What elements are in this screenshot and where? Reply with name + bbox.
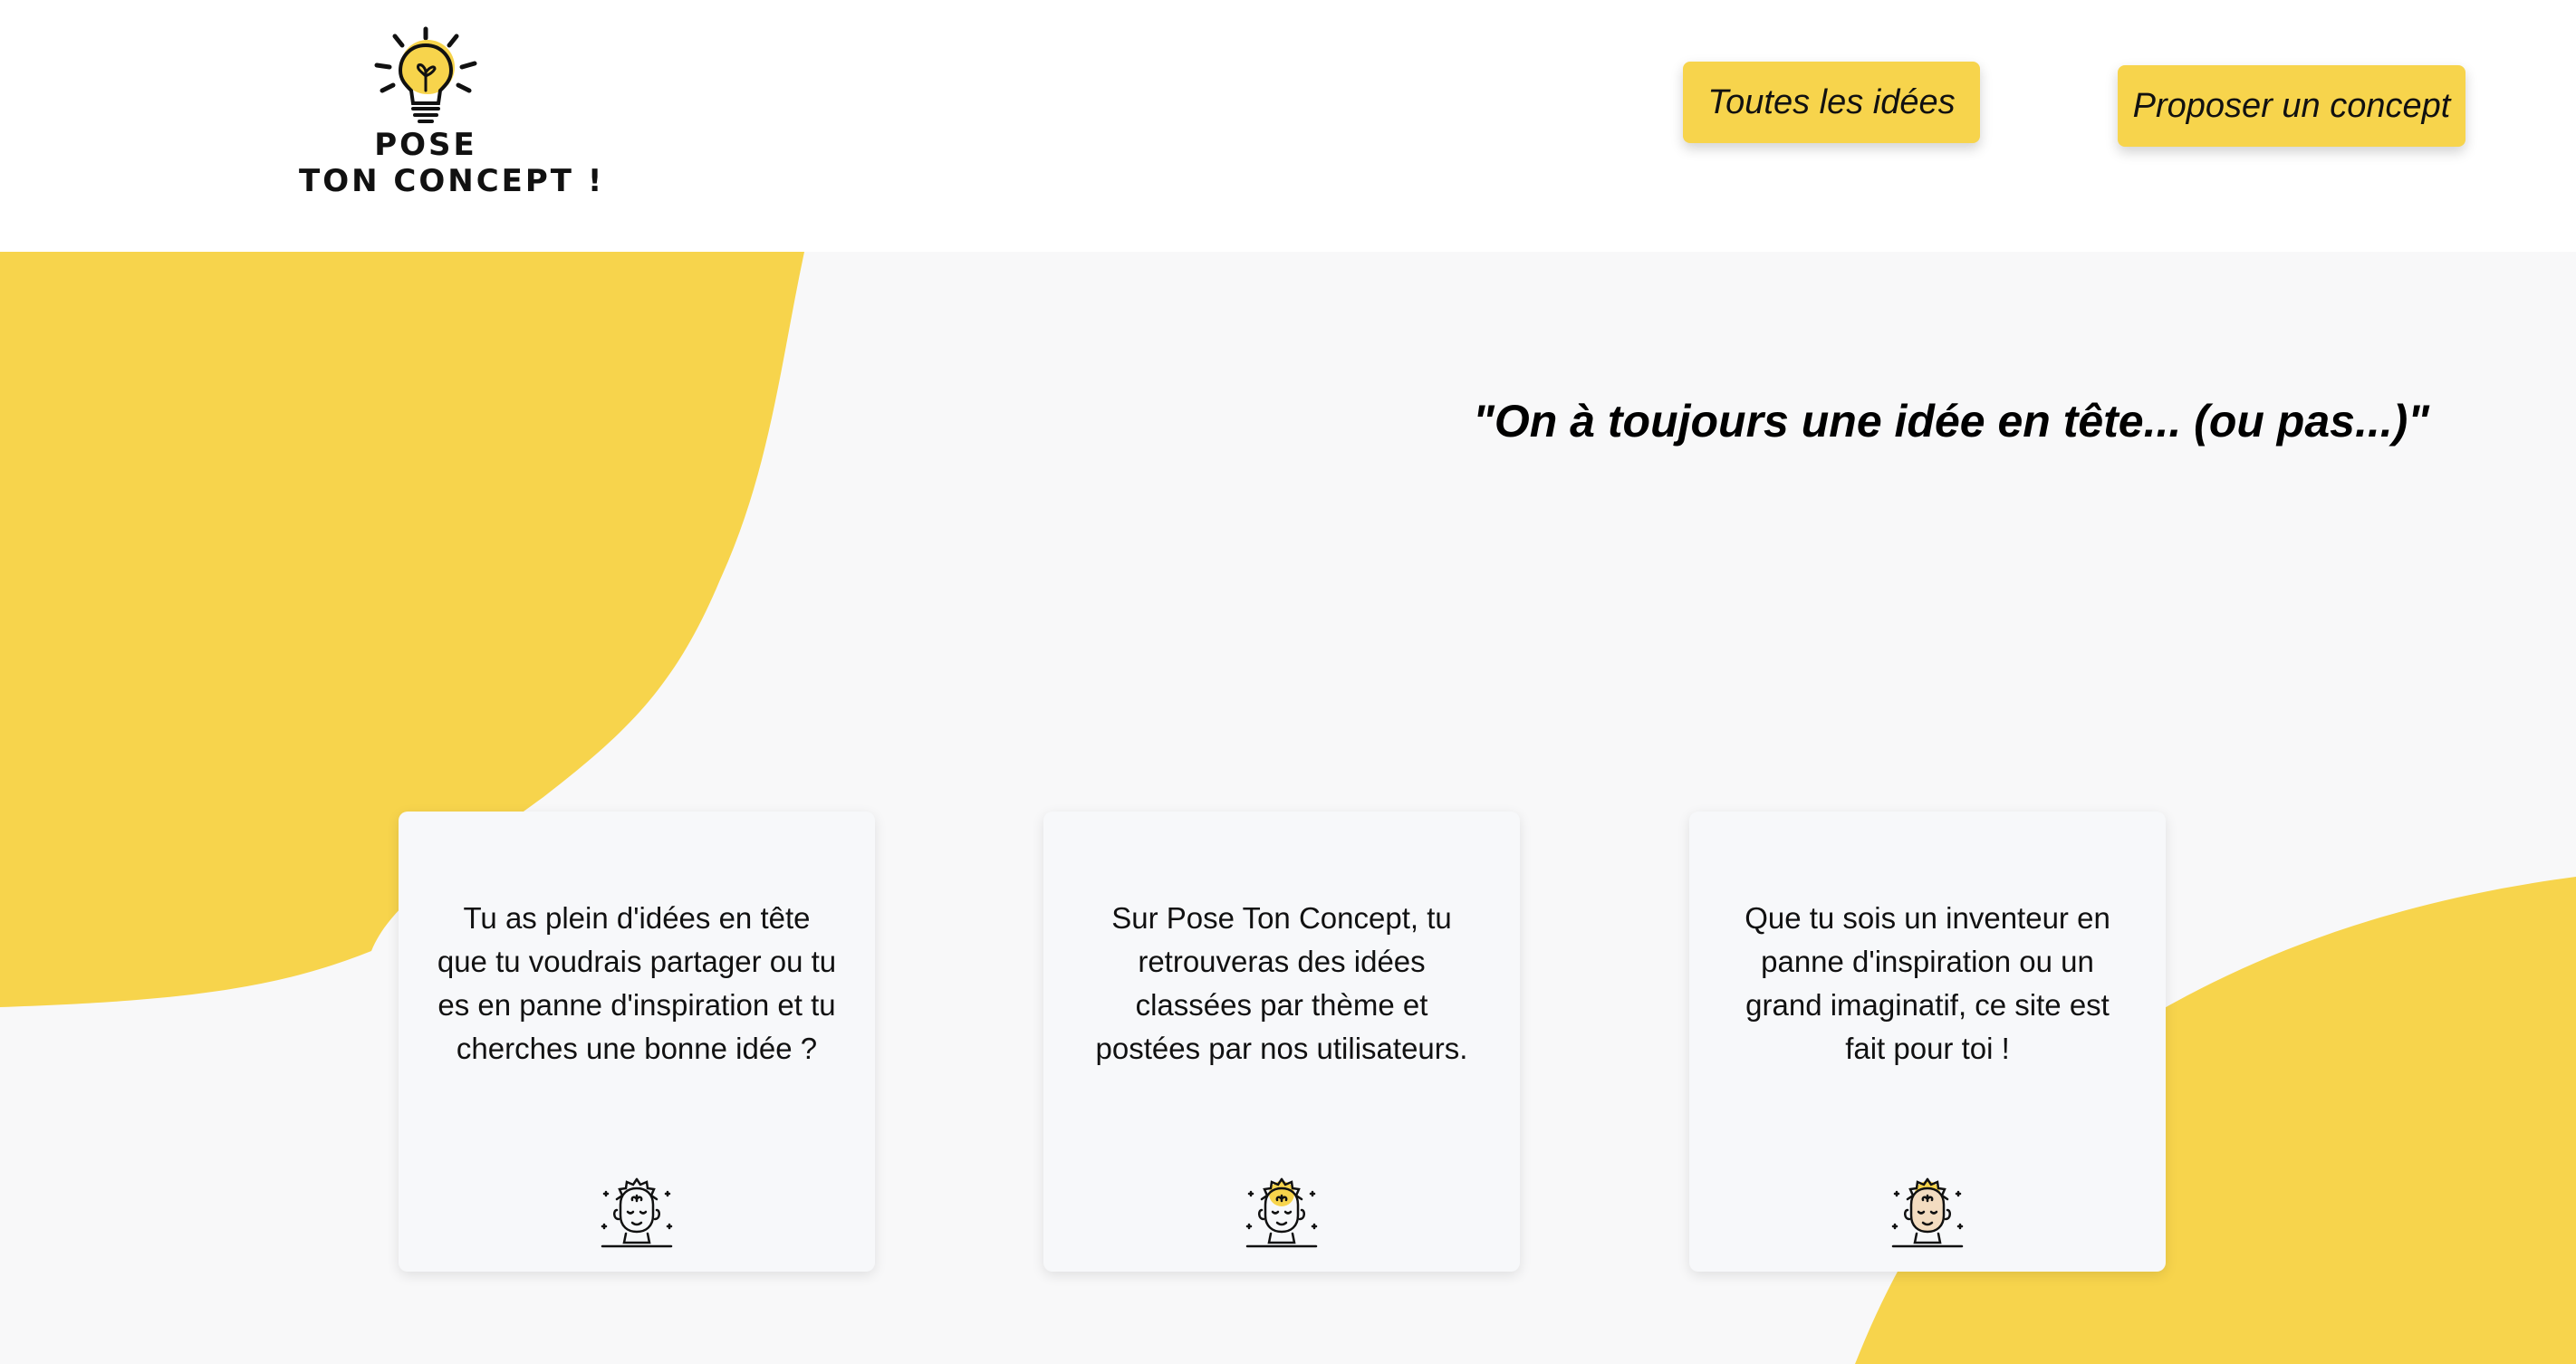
hero-tagline: "On à toujours une idée en tête... (ou p… bbox=[1473, 396, 2429, 447]
site-logo[interactable]: POSE TON CONCEPT ! bbox=[299, 25, 605, 216]
propose-concept-button[interactable]: Proposer un concept bbox=[2118, 65, 2465, 147]
info-card: Sur Pose Ton Concept, tu retrouveras des… bbox=[1043, 812, 1520, 1272]
thinking-head-icon bbox=[1245, 1177, 1318, 1248]
thinking-head-icon bbox=[1891, 1177, 1964, 1248]
card-text: Tu as plein d'idées en tête que tu voudr… bbox=[437, 901, 837, 1065]
info-card: Que tu sois un inventeur en panne d'insp… bbox=[1689, 812, 2166, 1272]
card-text: Que tu sois un inventeur en panne d'insp… bbox=[1745, 901, 2110, 1065]
thinking-head-icon bbox=[601, 1177, 673, 1248]
logo-text-line1: POSE bbox=[374, 127, 477, 163]
card-text: Sur Pose Ton Concept, tu retrouveras des… bbox=[1095, 901, 1468, 1065]
page: POSE TON CONCEPT ! Toutes les idées Prop… bbox=[0, 0, 2576, 1364]
all-ideas-button[interactable]: Toutes les idées bbox=[1683, 62, 1980, 143]
logo-text-line2: TON CONCEPT ! bbox=[299, 163, 605, 199]
lightbulb-icon bbox=[374, 26, 477, 123]
info-card: Tu as plein d'idées en tête que tu voudr… bbox=[399, 812, 875, 1272]
site-header: POSE TON CONCEPT ! Toutes les idées Prop… bbox=[0, 0, 2576, 252]
